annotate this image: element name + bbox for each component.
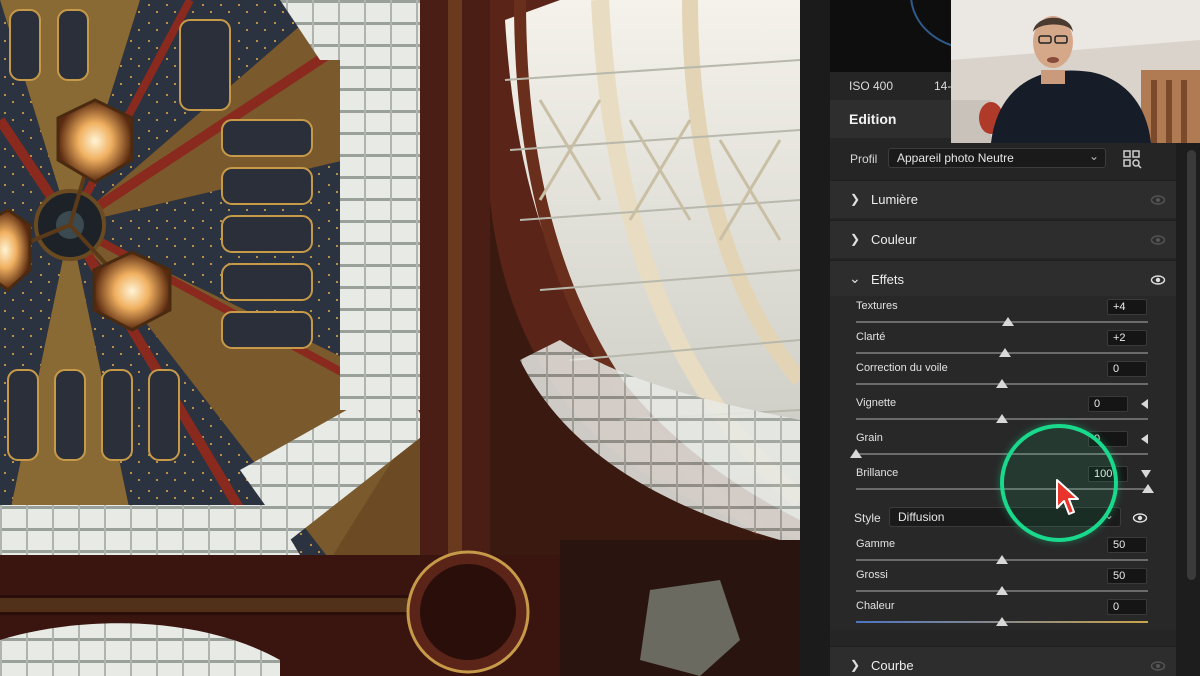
chevron-down-icon: ⌄ (849, 270, 861, 286)
chevron-right-icon: ❯ (850, 232, 861, 246)
photo-canvas[interactable] (0, 0, 800, 676)
chaleur-value-field[interactable]: 0 (1107, 599, 1147, 615)
section-effets-title: Effets (871, 272, 905, 287)
profile-row: Profil Appareil photo Neutre ⌄ (830, 138, 1176, 180)
chevron-down-icon: ⌄ (1088, 149, 1099, 163)
vignette-expand-arrow-icon[interactable] (1141, 399, 1148, 409)
webcam-overlay (951, 0, 1200, 143)
edition-title: Edition (849, 111, 897, 127)
photo-image (0, 0, 800, 676)
section-lumiere-title: Lumière (871, 192, 918, 207)
section-lumiere[interactable]: ❯ Lumière (830, 180, 1176, 218)
brillance-label: Brillance (856, 467, 899, 479)
chevron-right-icon: ❯ (850, 658, 861, 672)
dehaze-slider-thumb[interactable] (996, 379, 1008, 388)
grossi-value-field[interactable]: 50 (1107, 568, 1147, 584)
grossi-label: Grossi (856, 569, 888, 581)
vignette-value-field[interactable]: 0 (1088, 396, 1128, 412)
grain-slider-thumb[interactable] (850, 449, 862, 458)
eye-icon[interactable] (1150, 233, 1166, 247)
profile-select-value: Appareil photo Neutre (897, 151, 1014, 165)
style-label: Style (854, 511, 881, 525)
grain-expand-arrow-icon[interactable] (1141, 434, 1148, 444)
mouse-pointer-icon (1056, 479, 1079, 515)
eye-icon[interactable] (1132, 511, 1148, 525)
dehaze-label: Correction du voile (856, 362, 948, 374)
grain-label: Grain (856, 432, 883, 444)
presenter-video (951, 0, 1200, 143)
chaleur-slider-thumb[interactable] (996, 617, 1008, 626)
iso-readout: ISO 400 (849, 79, 894, 93)
gamme-slider-thumb[interactable] (996, 555, 1008, 564)
grossi-slider-thumb[interactable] (996, 586, 1008, 595)
brillance-slider-thumb[interactable] (1142, 484, 1154, 493)
profile-label: Profil (850, 152, 878, 166)
histogram (830, 0, 953, 72)
clarte-value-field[interactable]: +2 (1107, 330, 1147, 346)
clarte-slider-thumb[interactable] (998, 348, 1011, 357)
gamme-value-field[interactable]: 50 (1107, 537, 1147, 553)
brillance-collapse-arrow-icon[interactable] (1141, 470, 1151, 478)
textures-value-field[interactable]: +4 (1107, 299, 1147, 315)
profile-browser-icon[interactable] (1123, 149, 1143, 169)
textures-slider-thumb[interactable] (1001, 317, 1014, 326)
textures-label: Textures (856, 300, 898, 312)
vignette-slider-thumb[interactable] (996, 414, 1008, 423)
clarte-label: Clarté (856, 331, 886, 343)
eye-icon[interactable] (1150, 273, 1166, 287)
eye-icon[interactable] (1150, 193, 1166, 207)
eye-icon[interactable] (1150, 659, 1166, 673)
section-couleur-title: Couleur (871, 232, 917, 247)
gamme-label: Gamme (856, 538, 896, 550)
section-courbe-title: Courbe (871, 658, 914, 673)
profile-select[interactable]: Appareil photo Neutre ⌄ (888, 148, 1106, 168)
section-courbe[interactable]: ❯ Courbe (830, 646, 1176, 676)
chevron-right-icon: ❯ (850, 192, 861, 206)
panel-scrollbar-thumb[interactable] (1187, 150, 1196, 580)
focal-readout: 14- (934, 79, 952, 93)
section-effets[interactable]: ⌄ Effets (830, 260, 1176, 298)
vignette-label: Vignette (856, 397, 897, 409)
chaleur-label: Chaleur (856, 600, 895, 612)
section-couleur[interactable]: ❯ Couleur (830, 220, 1176, 258)
style-select-value: Diffusion (898, 510, 945, 524)
dehaze-value-field[interactable]: 0 (1107, 361, 1147, 377)
histogram-curve (910, 0, 953, 50)
panel-gutter (800, 0, 830, 676)
